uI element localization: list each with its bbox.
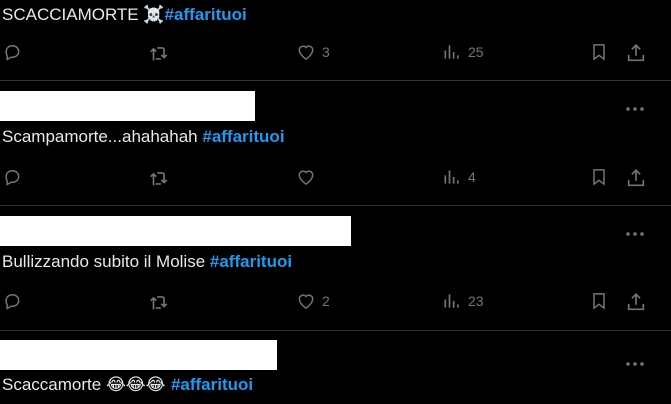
views-count: 25	[468, 44, 484, 60]
reply-button[interactable]	[2, 167, 22, 187]
tweet-text: Scaccamorte 😂😂😂 #affarituoi	[2, 375, 254, 395]
bookmark-button[interactable]	[589, 42, 609, 62]
bookmark-icon	[593, 293, 605, 310]
share-icon	[627, 169, 645, 187]
views-icon	[444, 294, 459, 308]
skull-crossbones-emoji: ☠️	[143, 5, 165, 25]
views-button[interactable]: 23	[442, 291, 484, 311]
heart-icon	[298, 294, 314, 309]
laughing-tears-emoji: 😂😂😂	[105, 375, 171, 395]
redacted-user-name	[0, 216, 351, 246]
like-button[interactable]: 2	[296, 291, 330, 311]
more-button[interactable]	[625, 99, 645, 117]
tweet-2[interactable]: Bullizzando subito il Molise #affarituoi…	[0, 206, 671, 330]
hashtag-link[interactable]: #affarituoi	[202, 127, 284, 146]
retweet-icon	[150, 47, 168, 61]
bookmark-icon	[593, 169, 605, 186]
reply-icon	[5, 170, 20, 186]
retweet-icon	[150, 172, 168, 186]
more-button[interactable]	[625, 354, 645, 372]
views-count: 23	[468, 293, 484, 309]
heart-icon	[298, 45, 314, 60]
reply-button[interactable]	[2, 291, 22, 311]
bookmark-button[interactable]	[589, 291, 609, 311]
retweet-icon	[150, 296, 168, 310]
tweet-3[interactable]: Scaccamorte 😂😂😂 #affarituoi	[0, 331, 671, 404]
hashtag-link[interactable]: #affarituoi	[210, 252, 292, 271]
like-button[interactable]: 3	[296, 42, 330, 62]
redacted-user-name	[0, 340, 277, 370]
like-button[interactable]	[296, 167, 322, 187]
share-button[interactable]	[625, 42, 647, 64]
like-count: 3	[322, 44, 330, 60]
heart-icon	[298, 170, 314, 185]
retweet-button[interactable]	[148, 42, 170, 64]
share-button[interactable]	[625, 291, 647, 313]
share-icon	[627, 293, 645, 311]
views-button[interactable]: 25	[442, 42, 484, 62]
tweet-0[interactable]: SCACCIAMORTE ☠️#affarituoi 3 25	[0, 0, 671, 80]
views-button[interactable]: 4	[442, 167, 476, 187]
reply-icon	[5, 45, 20, 61]
views-icon	[444, 45, 459, 59]
hashtag-link[interactable]: #affarituoi	[171, 375, 253, 394]
bookmark-button[interactable]	[589, 167, 609, 187]
reply-button[interactable]	[2, 42, 22, 62]
views-count: 4	[468, 169, 476, 185]
tweet-text: SCACCIAMORTE ☠️#affarituoi	[2, 5, 247, 25]
views-icon	[444, 170, 459, 184]
tweet-text: Bullizzando subito il Molise #affarituoi	[2, 252, 293, 271]
tweet-1[interactable]: Scampamorte...ahahahah #affarituoi 4	[0, 81, 671, 205]
retweet-button[interactable]	[148, 167, 170, 189]
reply-icon	[5, 294, 20, 310]
more-icon	[626, 362, 644, 366]
bookmark-icon	[593, 44, 605, 61]
share-button[interactable]	[625, 167, 647, 189]
share-icon	[627, 44, 645, 62]
more-icon	[626, 232, 644, 236]
tweet-text: Scampamorte...ahahahah #affarituoi	[2, 127, 285, 146]
hashtag-link[interactable]: #affarituoi	[165, 5, 247, 24]
more-icon	[626, 107, 644, 111]
redacted-user-name	[0, 91, 255, 121]
more-button[interactable]	[625, 224, 645, 242]
retweet-button[interactable]	[148, 291, 170, 313]
like-count: 2	[322, 293, 330, 309]
